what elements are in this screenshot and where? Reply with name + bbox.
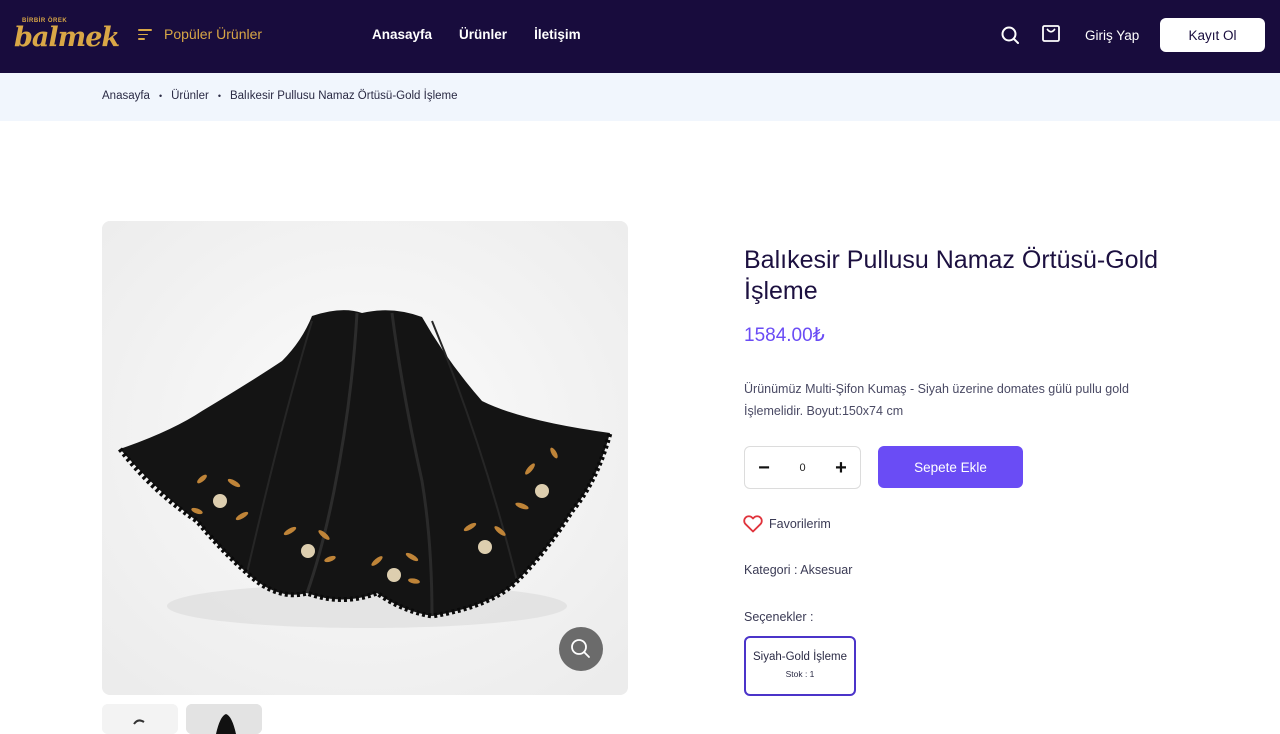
nav-products[interactable]: Ürünler [459,27,507,42]
option-stock: Stok : 1 [785,669,815,679]
nav-home[interactable]: Anasayfa [372,27,432,42]
breadcrumb-products[interactable]: Ürünler [171,90,209,102]
breadcrumb-separator: • [217,91,221,101]
login-link[interactable]: Giriş Yap [1085,28,1139,43]
brand-logo[interactable]: BİRBİR ÖREK balmek [14,18,120,58]
options-label: Seçenekler : [744,610,814,624]
thumbnail-image [186,704,262,734]
product-title: Balıkesir Pullusu Namaz Örtüsü-Gold İşle… [744,246,1159,305]
register-button[interactable]: Kayıt Ol [1160,18,1265,52]
quantity-value[interactable]: 0 [788,462,818,474]
plus-icon[interactable]: + [834,458,848,478]
favorites-button[interactable]: Favorilerim [743,515,831,533]
thumbnail-2[interactable] [186,704,262,734]
nav-contact[interactable]: İletişim [534,27,581,42]
add-to-cart-button[interactable]: Sepete Ekle [878,446,1023,488]
thumbnail-image [102,704,178,734]
product-image[interactable] [102,221,628,695]
minus-icon[interactable]: − [757,458,771,478]
thumbnail-strip [102,704,262,734]
breadcrumb-home[interactable]: Anasayfa [102,90,150,102]
menu-lines-icon [138,28,152,40]
search-icon[interactable] [1000,25,1020,45]
shopping-bag-icon[interactable] [1042,23,1060,43]
zoom-icon [559,627,603,671]
site-header: BİRBİR ÖREK balmek Popüler Ürünler Anasa… [0,0,1280,73]
breadcrumb-current: Balıkesir Pullusu Namaz Örtüsü-Gold İşle… [229,90,458,102]
heart-icon [743,515,763,533]
product-category: Kategori : Aksesuar [744,563,853,577]
logo-wordmark: balmek [14,22,120,53]
popular-products-menu[interactable]: Popüler Ürünler [138,26,262,42]
product-price: 1584.00₺ [744,325,825,346]
breadcrumb-bar: Anasayfa • Ürünler • Balıkesir Pullusu N… [0,73,1280,121]
breadcrumb: Anasayfa • Ürünler • Balıkesir Pullusu N… [102,90,458,102]
main-nav: Anasayfa Ürünler İletişim [372,27,608,42]
option-name: Siyah-Gold İşleme [753,651,847,663]
quantity-stepper: − 0 + [744,446,861,489]
product-description: Ürünümüz Multi-Şifon Kumaş - Siyah üzeri… [744,382,1129,418]
favorites-label: Favorilerim [769,517,831,531]
breadcrumb-separator: • [158,91,163,101]
option-siyah-gold[interactable]: Siyah-Gold İşleme Stok : 1 [744,636,856,696]
popular-products-label: Popüler Ürünler [164,26,263,42]
product-photo [102,221,628,695]
thumbnail-1[interactable] [102,704,178,734]
